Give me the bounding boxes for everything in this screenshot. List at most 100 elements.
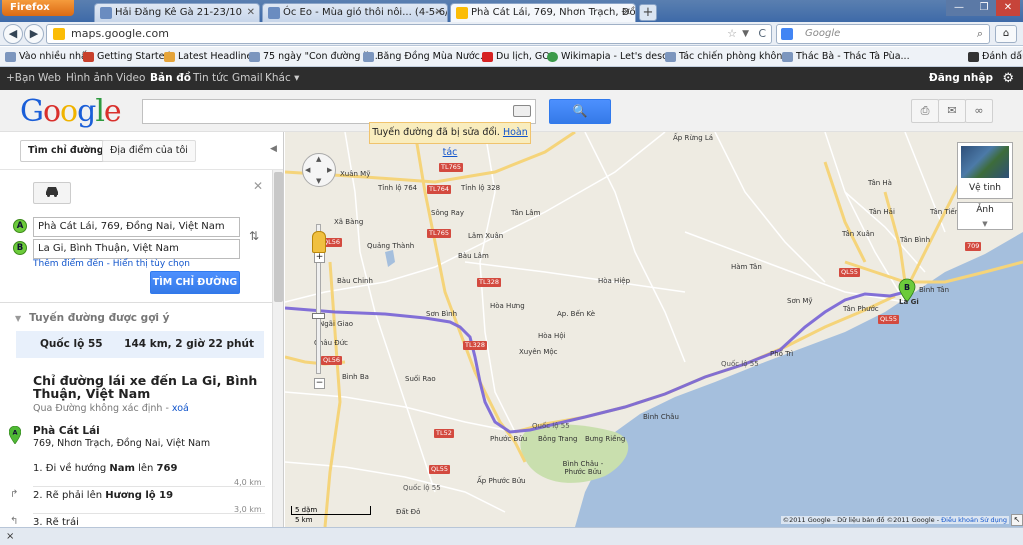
bookmark-item[interactable]: Getting Started [82, 47, 170, 67]
gbar-link-video[interactable]: Video [116, 67, 145, 90]
browser-tab[interactable]: Óc Eo - Mùa gió thôi nôi... (4-5-6/11...… [262, 3, 448, 22]
get-directions-button[interactable]: TÌM CHỈ ĐƯỜNG [150, 271, 240, 294]
gbar-link-web[interactable]: Web [38, 67, 61, 90]
route-option[interactable]: Quốc lộ 55 144 km, 2 giờ 22 phút [16, 331, 264, 358]
pan-left-icon[interactable]: ◀ [305, 166, 310, 174]
bookmark-item[interactable]: Wikimapia - Let's desc... [546, 47, 676, 67]
site-identity-icon[interactable] [53, 28, 65, 40]
terms-link[interactable]: Điều khoản Sử dụng [941, 516, 1007, 524]
remove-waypoint-link[interactable]: xoá [172, 403, 189, 414]
bookmark-item[interactable]: Latest Headlines [163, 47, 257, 67]
bookmark-item[interactable]: Băng Đồng Mùa Nước... [362, 47, 489, 67]
close-tab-icon[interactable]: ✕ [247, 4, 255, 22]
gbar-link-images[interactable]: Hình ảnh [66, 67, 113, 90]
gear-icon[interactable]: ⚙ [1002, 67, 1014, 90]
zoom-out-button[interactable]: − [314, 378, 325, 389]
bookmark-item[interactable]: Vào nhiều nhất [4, 47, 91, 67]
minimize-button[interactable]: — [946, 0, 972, 16]
map-place-label: Tân Hải [869, 208, 895, 216]
map-place-label: Ấp Rừng Lá [673, 134, 714, 142]
bookmark-item[interactable]: Tác chiến phòng khôn... [664, 47, 791, 67]
zoom-in-button[interactable]: + [314, 252, 325, 263]
destination-input[interactable]: La Gi, Bình Thuận, Việt Nam [33, 239, 240, 259]
search-button[interactable]: 🔍 [549, 99, 611, 124]
new-tab-button[interactable]: + [639, 4, 657, 21]
url-dropdown-icon[interactable]: ▼ [742, 25, 749, 43]
add-destination-link[interactable]: Thêm điểm đến [33, 259, 104, 269]
close-tab-icon[interactable]: ✕ [623, 4, 631, 22]
browser-tab-active[interactable]: Phà Cát Lái, 769, Nhơn Trạch, Đồng ... ✕ [450, 3, 636, 22]
pan-down-icon[interactable]: ▼ [316, 177, 321, 185]
email-icon[interactable]: ✉ [938, 99, 966, 123]
show-options-link[interactable]: Hiển thị tùy chọn [113, 259, 190, 269]
map-place-label: Suối Rao [405, 375, 436, 383]
bookmark-star-icon[interactable]: ☆ [727, 25, 737, 43]
gbar-link-plus[interactable]: +Bạn [6, 67, 35, 90]
photo-layer-button[interactable]: Ảnh ▼ [957, 202, 1013, 230]
road-label: TL52 [434, 429, 454, 438]
zoom-thumb[interactable] [312, 313, 325, 319]
pan-right-icon[interactable]: ▶ [327, 166, 332, 174]
gbar-link-news[interactable]: Tin tức [193, 67, 229, 90]
browser-search-box[interactable]: Google ⌕ [776, 24, 990, 44]
bookmark-item[interactable]: Du lịch, GO! [481, 47, 554, 67]
maps-search-input[interactable] [142, 99, 536, 124]
home-button[interactable]: ⌂ [995, 25, 1017, 43]
link-icon[interactable]: ∞ [965, 99, 993, 123]
swap-icon[interactable]: ⇅ [249, 229, 259, 243]
search-icon[interactable]: ⌕ [977, 25, 983, 43]
pan-up-icon[interactable]: ▲ [316, 155, 321, 163]
car-mode-button[interactable] [33, 182, 71, 204]
firefox-menu-button[interactable]: Firefox [2, 0, 74, 16]
forward-button[interactable]: ▶ [24, 24, 44, 44]
close-tab-icon[interactable]: ✕ [435, 4, 443, 22]
gbar-link-maps[interactable]: Bản đồ [150, 67, 191, 90]
start-location-name[interactable]: Phà Cát Lái [33, 425, 100, 437]
close-window-button[interactable]: ✕ [996, 0, 1020, 16]
bookmarks-menu[interactable]: Đánh dấu [967, 47, 1023, 67]
road-name-label: Quốc lộ 55 [532, 422, 570, 430]
tab-my-places[interactable]: Địa điểm của tôi [102, 140, 196, 162]
street-view-pegman-icon[interactable] [312, 231, 326, 253]
address-bar[interactable]: maps.google.com ☆ ▼ C [46, 24, 772, 44]
direction-step[interactable]: 2. Rẽ phải lên Hương lộ 19 [33, 490, 173, 501]
map-place-label: Sông Ray [431, 209, 464, 217]
close-icon[interactable]: ✕ [253, 179, 263, 193]
panel-scrollbar[interactable] [272, 170, 283, 527]
back-button[interactable]: ◀ [3, 24, 23, 44]
scale-miles: 5 dặm [295, 506, 318, 514]
page-icon [782, 52, 793, 62]
direction-step[interactable]: 1. Đi về hướng Nam lên 769 [33, 463, 177, 474]
tab-directions[interactable]: Tìm chỉ đường [20, 140, 112, 162]
maximize-button[interactable]: ❐ [972, 0, 996, 16]
sign-in-link[interactable]: Đăng nhập [929, 67, 993, 90]
suggested-routes-heading[interactable]: ▼ Tuyến đường được gợi ý [15, 312, 170, 324]
map-canvas[interactable]: B Xuân Mỹ Tỉnh lộ 764 Tỉnh lộ 328 Sông R… [285, 132, 1023, 527]
google-logo[interactable]: Google [20, 94, 122, 129]
page-icon [249, 52, 260, 62]
scrollbar-thumb[interactable] [274, 172, 283, 302]
overview-map-toggle-icon[interactable]: ↖ [1011, 514, 1023, 526]
reload-icon[interactable]: C [758, 25, 766, 43]
rss-icon [164, 52, 175, 62]
origin-input[interactable]: Phà Cát Lái, 769, Đồng Nai, Việt Nam [33, 217, 240, 237]
map-place-label: Hòa Hiệp [598, 277, 631, 285]
map-place-label: Sơn Mỹ [787, 297, 813, 305]
pan-control[interactable]: ▲ ▼ ◀ ▶ [302, 153, 336, 187]
direction-step[interactable]: 3. Rẽ trái [33, 517, 79, 527]
expand-triangle-icon: ▼ [15, 314, 22, 323]
satellite-view-button[interactable]: Vệ tinh [957, 142, 1013, 199]
bookmark-item[interactable]: Thác Bà - Thác Tà Pùa... [781, 47, 910, 67]
keyboard-icon[interactable] [513, 105, 531, 117]
search-engine-icon[interactable] [781, 28, 793, 40]
browser-tab[interactable]: Hải Đăng Kê Gà 21-23/10 ✕ [94, 3, 260, 22]
divider [0, 302, 272, 303]
print-icon[interactable]: ⎙ [911, 99, 939, 123]
photo-layer-label: Ảnh [976, 205, 994, 215]
gbar-link-gmail[interactable]: Gmail [232, 67, 263, 90]
gbar-link-more[interactable]: Khác ▾ [265, 67, 299, 90]
road-name-label: Quốc lộ 55 [403, 484, 441, 492]
close-icon[interactable]: × [6, 528, 14, 545]
bookmark-item[interactable]: 75 ngày "Con đường li... [248, 47, 378, 67]
collapse-panel-icon[interactable]: ◀ [270, 144, 277, 154]
